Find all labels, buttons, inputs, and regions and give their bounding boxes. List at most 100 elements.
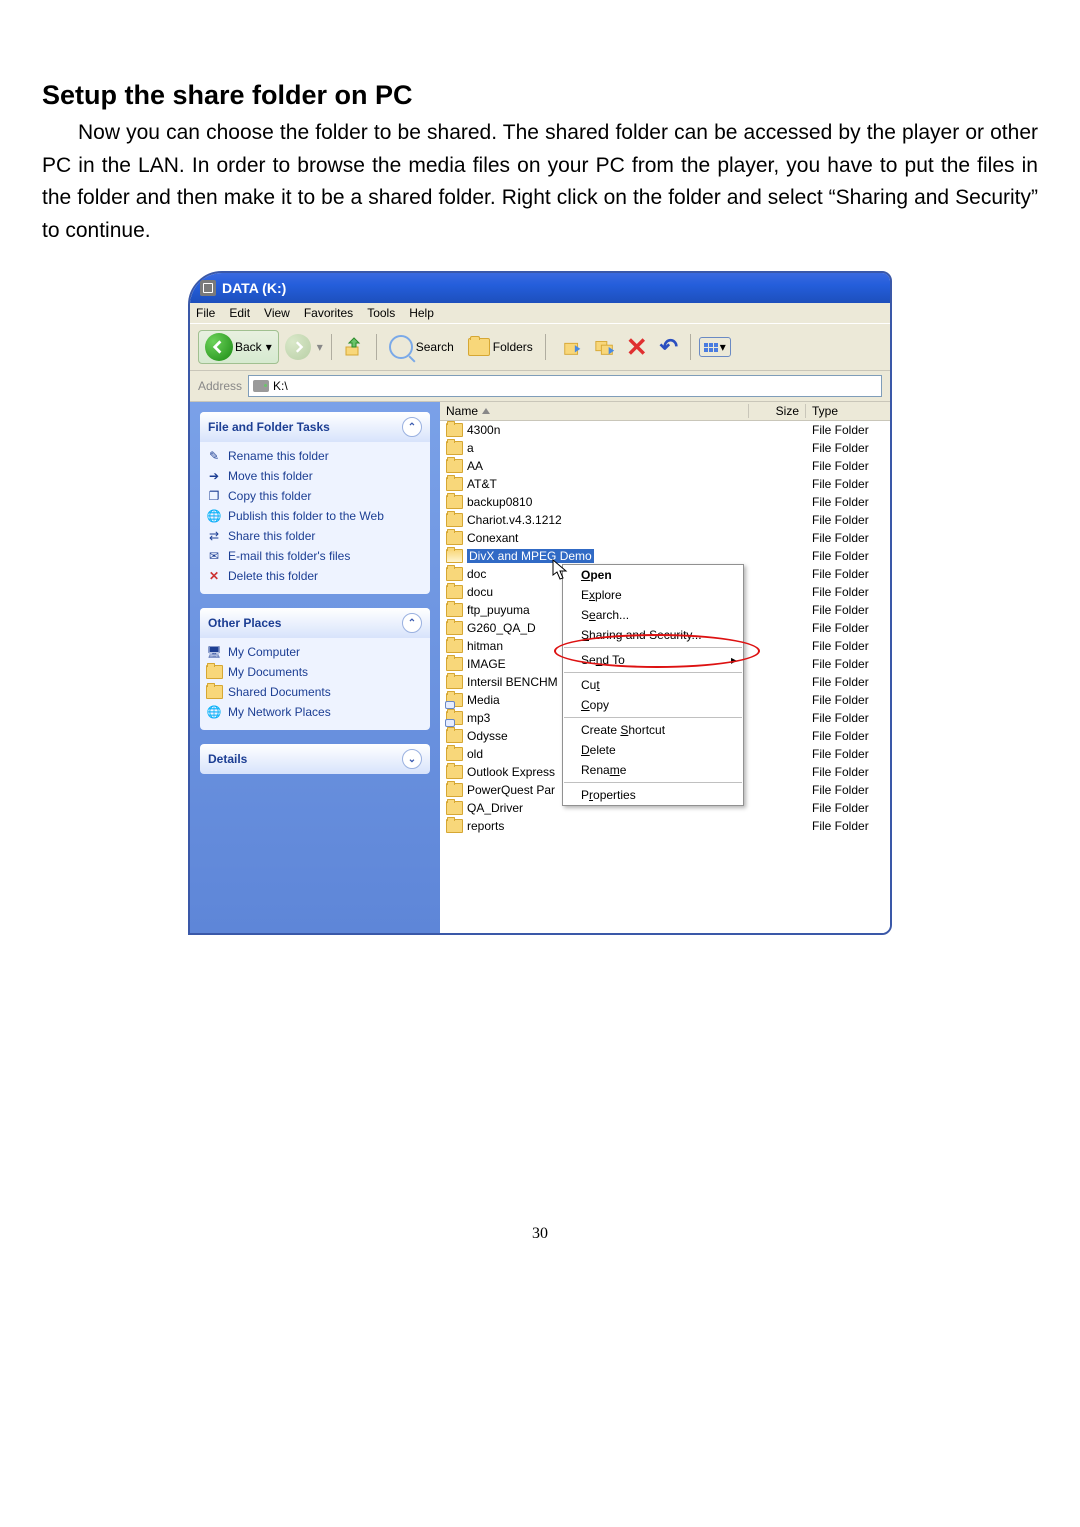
ctx-properties[interactable]: Properties <box>563 785 743 805</box>
menu-edit[interactable]: Edit <box>229 306 250 320</box>
folder-type: File Folder <box>806 819 890 833</box>
place-network[interactable]: 🌐My Network Places <box>206 704 424 720</box>
place-my-documents[interactable]: My Documents <box>206 664 424 680</box>
collapse-icon[interactable]: ⌃ <box>402 613 422 633</box>
views-icon <box>704 343 718 352</box>
views-button[interactable]: ▾ <box>699 337 731 357</box>
back-dropdown-icon[interactable]: ▾ <box>266 340 272 354</box>
ctx-copy[interactable]: Copy <box>563 695 743 715</box>
folder-name: reports <box>467 819 504 833</box>
folder-name: AA <box>467 459 483 473</box>
rename-icon: ✎ <box>206 448 222 464</box>
folder-icon <box>206 684 222 700</box>
folder-row[interactable]: AAFile Folder <box>440 457 890 475</box>
ctx-sendto[interactable]: Send To▸ <box>563 650 743 670</box>
task-rename[interactable]: ✎Rename this folder <box>206 448 424 464</box>
task-publish[interactable]: 🌐Publish this folder to the Web <box>206 508 424 524</box>
drive-icon <box>200 280 216 296</box>
ctx-cut[interactable]: Cut <box>563 675 743 695</box>
col-type[interactable]: Type <box>806 404 890 418</box>
ctx-separator <box>564 717 742 718</box>
details-title: Details <box>208 752 247 766</box>
menu-tools[interactable]: Tools <box>367 306 395 320</box>
forward-button[interactable] <box>285 334 311 360</box>
folder-type: File Folder <box>806 423 890 437</box>
folder-name: AT&T <box>467 477 497 491</box>
places-header[interactable]: Other Places ⌃ <box>200 608 430 638</box>
folder-name: Media <box>467 693 500 707</box>
folder-type: File Folder <box>806 783 890 797</box>
folder-row[interactable]: aFile Folder <box>440 439 890 457</box>
up-button[interactable] <box>340 333 368 361</box>
folder-type: File Folder <box>806 639 890 653</box>
context-menu: Open Explore Search... Sharing and Secur… <box>562 564 744 806</box>
task-copy[interactable]: ❐Copy this folder <box>206 488 424 504</box>
folder-icon <box>446 675 463 689</box>
folder-row[interactable]: backup0810File Folder <box>440 493 890 511</box>
collapse-icon[interactable]: ⌃ <box>402 417 422 437</box>
undo-button[interactable]: ↶ <box>656 334 682 360</box>
folder-type: File Folder <box>806 603 890 617</box>
delete-button[interactable]: ✕ <box>624 334 650 360</box>
task-email[interactable]: ✉E-mail this folder's files <box>206 548 424 564</box>
task-share[interactable]: ⇄Share this folder <box>206 528 424 544</box>
folder-icon <box>446 747 463 761</box>
task-delete[interactable]: ✕Delete this folder <box>206 568 424 584</box>
folder-icon <box>446 711 463 725</box>
folder-icon <box>446 585 463 599</box>
folder-type: File Folder <box>806 549 890 563</box>
folder-icon <box>446 603 463 617</box>
folder-type: File Folder <box>806 531 890 545</box>
tasks-header[interactable]: File and Folder Tasks ⌃ <box>200 412 430 442</box>
folder-name: backup0810 <box>467 495 532 509</box>
folder-icon <box>446 459 463 473</box>
copy-to-button[interactable] <box>592 334 618 360</box>
place-my-computer[interactable]: 🖥My Computer <box>206 644 424 660</box>
ctx-explore[interactable]: Explore <box>563 585 743 605</box>
folder-icon <box>446 729 463 743</box>
expand-icon[interactable]: ⌄ <box>402 749 422 769</box>
folder-icon <box>446 513 463 527</box>
ctx-shortcut[interactable]: Create Shortcut <box>563 720 743 740</box>
folder-name: Chariot.v4.3.1212 <box>467 513 562 527</box>
ctx-search[interactable]: Search... <box>563 605 743 625</box>
folder-icon <box>446 639 463 653</box>
forward-dropdown-icon[interactable]: ▾ <box>317 340 323 354</box>
ctx-sharing[interactable]: Sharing and Security... <box>563 625 743 645</box>
folder-name: a <box>467 441 474 455</box>
folder-row[interactable]: ConexantFile Folder <box>440 529 890 547</box>
search-icon <box>389 335 413 359</box>
move-to-button[interactable] <box>560 334 586 360</box>
back-button[interactable]: Back ▾ <box>198 330 279 364</box>
ctx-open[interactable]: Open <box>563 565 743 585</box>
menu-view[interactable]: View <box>264 306 290 320</box>
drive-icon <box>253 380 269 392</box>
sort-asc-icon <box>482 408 490 414</box>
task-move[interactable]: ➔Move this folder <box>206 468 424 484</box>
address-input[interactable]: K:\ <box>248 375 882 397</box>
window-title: DATA (K:) <box>222 280 286 296</box>
col-name[interactable]: Name <box>440 404 748 418</box>
menu-help[interactable]: Help <box>409 306 434 320</box>
folder-type: File Folder <box>806 621 890 635</box>
folder-row[interactable]: DivX and MPEG DemoFile Folder <box>440 547 890 565</box>
folder-icon <box>446 783 463 797</box>
delete-x-icon: ✕ <box>626 332 648 363</box>
views-dropdown-icon[interactable]: ▾ <box>720 340 726 354</box>
folder-row[interactable]: 4300nFile Folder <box>440 421 890 439</box>
details-header[interactable]: Details ⌄ <box>200 744 430 774</box>
folder-row[interactable]: AT&TFile Folder <box>440 475 890 493</box>
col-size[interactable]: Size <box>748 404 806 418</box>
folder-icon <box>446 477 463 491</box>
folder-row[interactable]: Chariot.v4.3.1212File Folder <box>440 511 890 529</box>
folder-icon <box>446 819 463 833</box>
menu-favorites[interactable]: Favorites <box>304 306 353 320</box>
place-shared-documents[interactable]: Shared Documents <box>206 684 424 700</box>
ctx-rename[interactable]: Rename <box>563 760 743 780</box>
menu-file[interactable]: File <box>196 306 215 320</box>
folders-button[interactable]: Folders <box>464 336 537 358</box>
separator <box>331 334 332 360</box>
search-button[interactable]: Search <box>385 333 458 361</box>
ctx-delete[interactable]: Delete <box>563 740 743 760</box>
folder-row[interactable]: reports File Folder <box>440 817 890 835</box>
